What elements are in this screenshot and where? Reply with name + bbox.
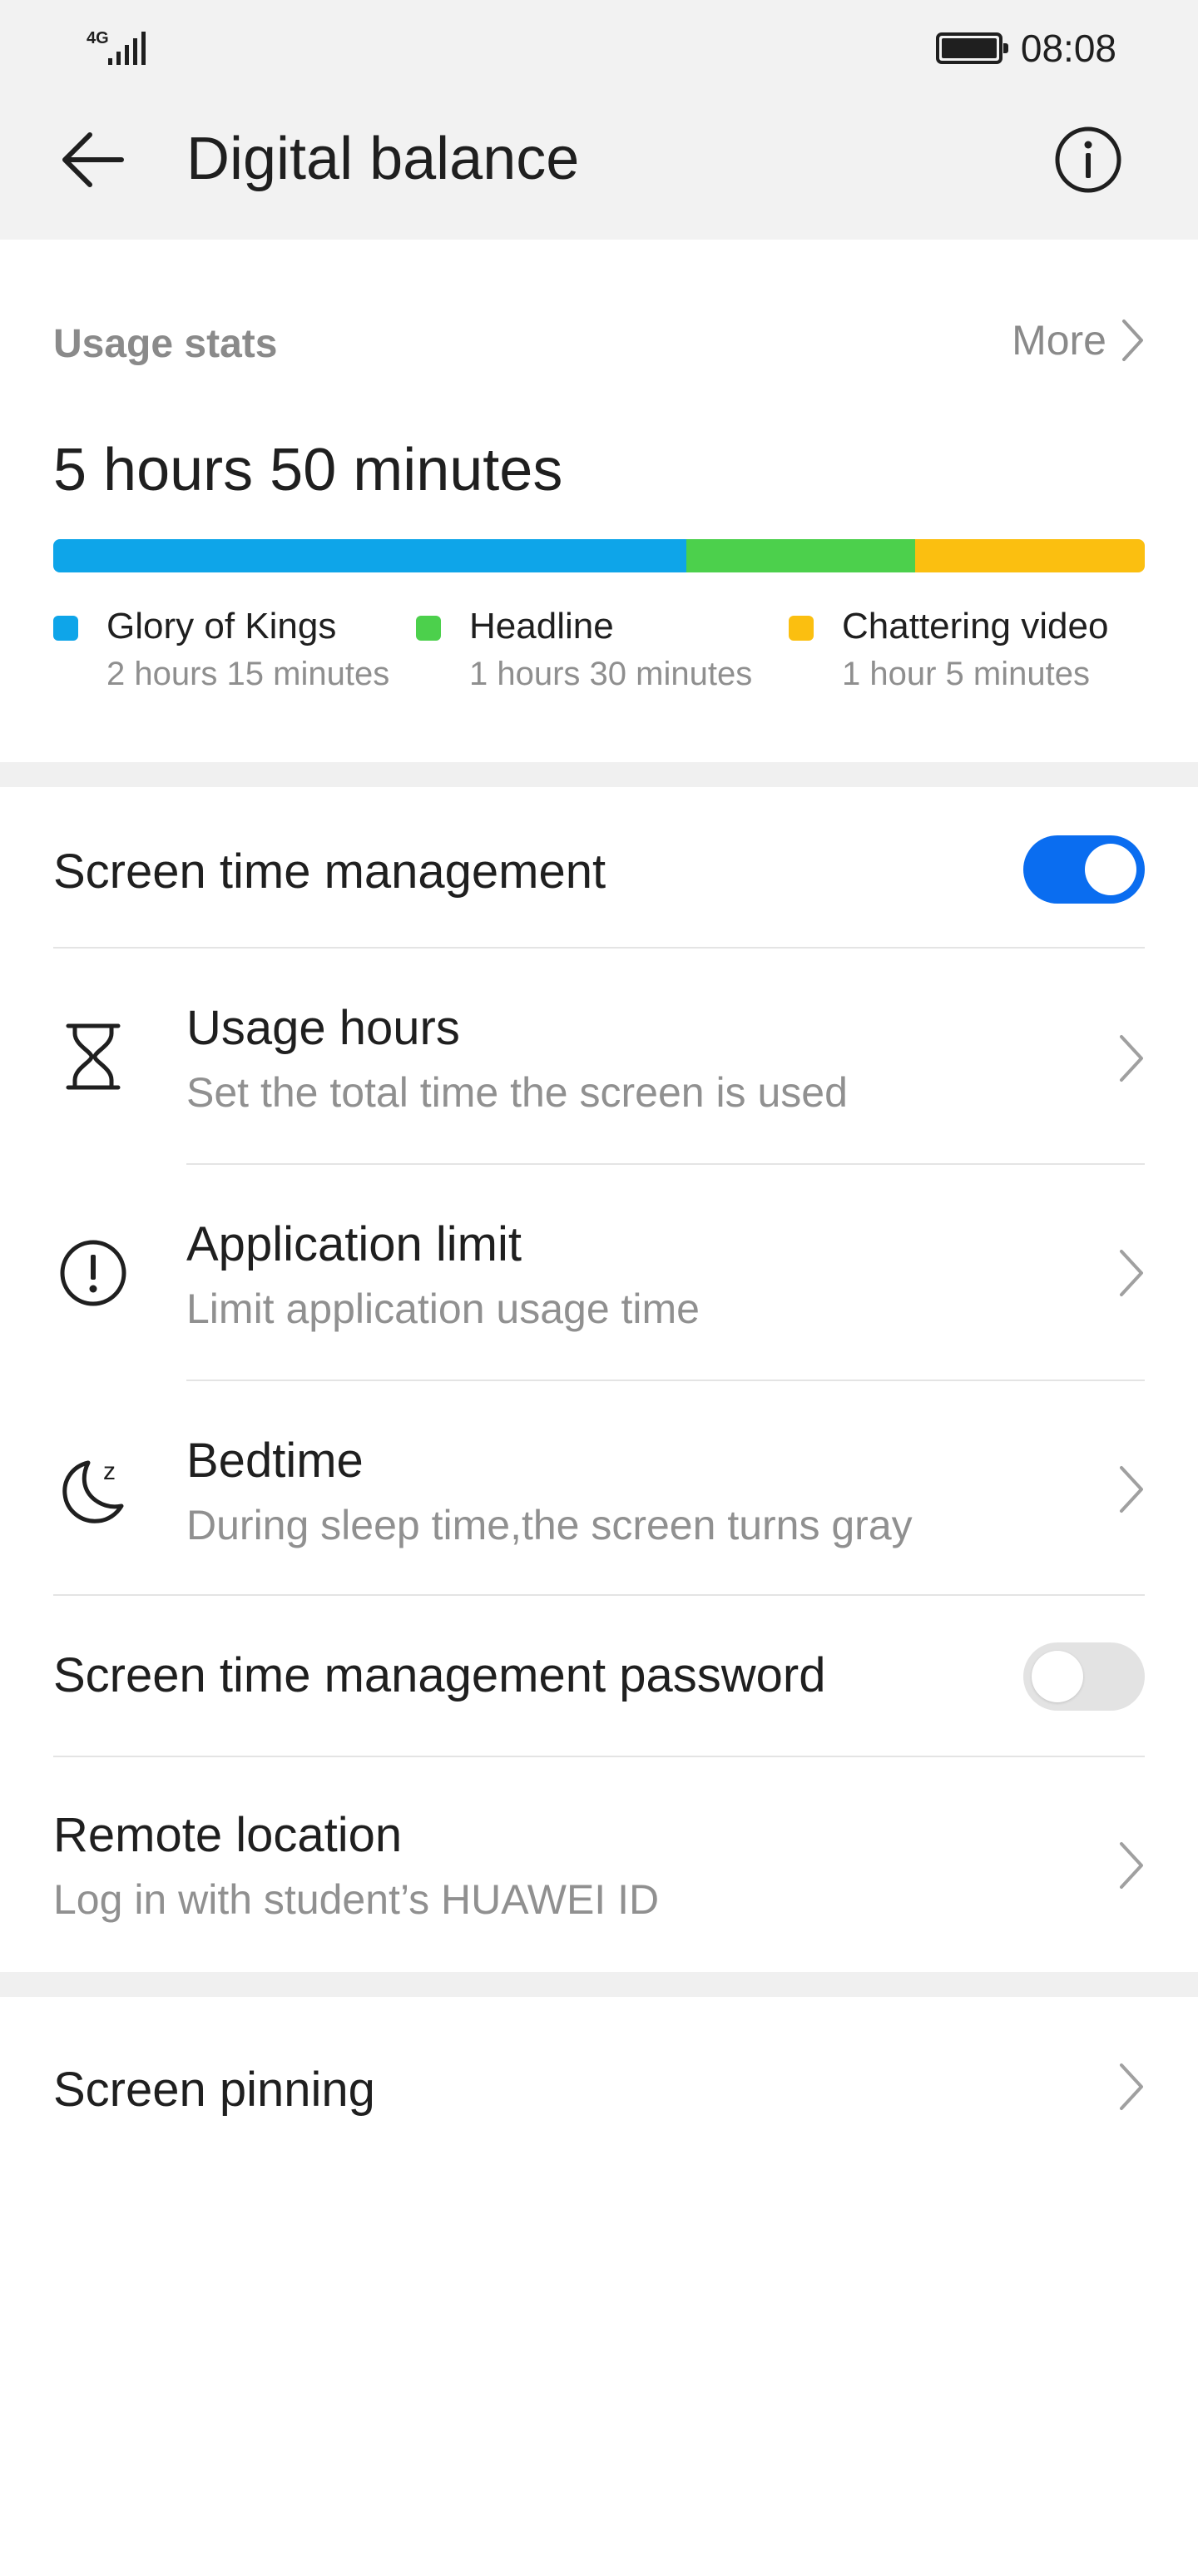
screen-time-management-row[interactable]: Screen time management — [0, 787, 1198, 949]
back-button[interactable] — [50, 116, 136, 203]
chevron-right-icon — [1120, 1842, 1143, 1889]
usage-stats-card: Usage stats More 5 hours 50 minutes Glor… — [0, 240, 1198, 762]
chevron-right-icon — [1120, 1466, 1143, 1513]
bedtime-subtitle: During sleep time,the screen turns gray — [186, 1502, 913, 1548]
screen-pinning-row[interactable]: Screen pinning — [0, 1997, 1198, 2180]
usage-hours-row[interactable]: Usage hours Set the total time the scree… — [0, 949, 1198, 1165]
application-limit-title: Application limit — [186, 1217, 522, 1271]
info-button[interactable] — [1045, 116, 1131, 203]
screen-time-management-toggle[interactable] — [1023, 835, 1145, 904]
screen-pinning-title: Screen pinning — [53, 2063, 375, 2117]
more-label: More — [1012, 317, 1106, 364]
legend-dot — [53, 616, 78, 641]
legend-app-time: 1 hours 30 minutes — [469, 656, 753, 692]
chevron-right-icon — [1122, 320, 1143, 361]
legend-dot — [789, 616, 814, 641]
moon-sleep-icon: z — [53, 1449, 133, 1529]
network-type-label: 4G — [87, 29, 109, 47]
total-usage-time: 5 hours 50 minutes — [53, 437, 563, 503]
application-limit-subtitle: Limit application usage time — [186, 1286, 700, 1332]
legend-app-name: Chattering video — [842, 606, 1109, 646]
signal-icon: 4G — [87, 25, 153, 72]
chevron-right-icon — [1120, 1035, 1143, 1082]
usage-hours-title: Usage hours — [186, 1001, 460, 1055]
application-limit-row[interactable]: Application limit Limit application usag… — [0, 1165, 1198, 1381]
legend-dot — [416, 616, 441, 641]
screen-time-management-label: Screen time management — [53, 845, 606, 899]
bedtime-title: Bedtime — [186, 1434, 364, 1488]
usage-bar-segment — [686, 539, 916, 572]
bedtime-row[interactable]: z Bedtime During sleep time,the screen t… — [0, 1381, 1198, 1596]
screen-time-password-label: Screen time management password — [53, 1648, 826, 1702]
legend-app-name: Headline — [469, 606, 614, 646]
arrow-left-icon — [62, 132, 124, 187]
section-separator — [0, 1972, 1198, 1997]
status-time: 08:08 — [1020, 27, 1116, 70]
chevron-right-icon — [1120, 1250, 1143, 1296]
more-button[interactable]: More — [1012, 316, 1145, 364]
page-title: Digital balance — [186, 126, 580, 192]
usage-bar-segment — [915, 539, 1145, 572]
chevron-right-icon — [1120, 2063, 1143, 2110]
usage-hours-subtitle: Set the total time the screen is used — [186, 1069, 848, 1116]
remote-location-row[interactable]: Remote location Log in with student’s HU… — [0, 1757, 1198, 1972]
svg-text:z: z — [103, 1458, 116, 1485]
legend-app-time: 1 hour 5 minutes — [842, 656, 1090, 692]
status-right: 08:08 — [935, 23, 1116, 73]
screen-time-password-row[interactable]: Screen time management password — [0, 1596, 1198, 1757]
exclamation-circle-icon — [53, 1233, 133, 1313]
usage-stats-label: Usage stats — [53, 322, 278, 366]
hourglass-icon — [53, 1017, 133, 1097]
usage-bar — [53, 539, 1145, 572]
app-bar: 4G 08:08 Digital balance — [0, 0, 1198, 240]
legend-app-name: Glory of Kings — [106, 606, 337, 646]
remote-location-title: Remote location — [53, 1808, 403, 1862]
info-circle-icon — [1055, 126, 1121, 193]
screen-time-password-toggle[interactable] — [1023, 1642, 1145, 1711]
section-separator — [0, 762, 1198, 787]
legend-app-time: 2 hours 15 minutes — [106, 656, 390, 692]
battery-full-icon — [935, 32, 1008, 64]
remote-location-subtitle: Log in with student’s HUAWEI ID — [53, 1876, 660, 1923]
usage-bar-segment — [53, 539, 686, 572]
